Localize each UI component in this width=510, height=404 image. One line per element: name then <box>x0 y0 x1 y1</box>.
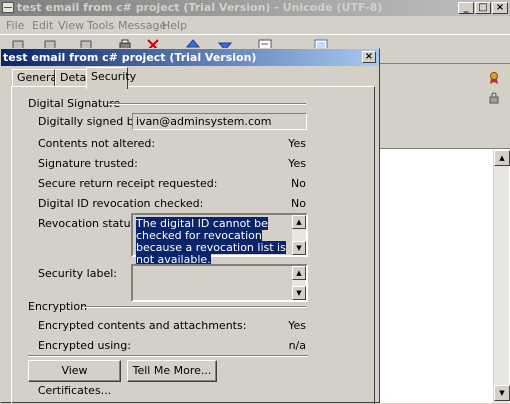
encryption-heading: Encryption <box>28 300 88 313</box>
scroll-up-arrow[interactable]: ▲ <box>494 150 510 166</box>
signature-trusted-label: Signature trusted: <box>38 157 138 170</box>
maximize-button[interactable]: □ <box>475 2 491 14</box>
revocation-checked-value: No <box>291 197 306 210</box>
signed-ribbon-icon[interactable] <box>488 72 500 84</box>
signed-by-field[interactable]: ivan@adminsystem.com <box>132 113 307 130</box>
menu-message[interactable]: Message <box>118 19 166 32</box>
menu-help[interactable]: Help <box>162 19 187 32</box>
signature-trusted-value: Yes <box>288 157 306 170</box>
message-properties-dialog: test email from c# project (Trial Versio… <box>0 48 380 404</box>
group-divider <box>108 103 306 105</box>
revocation-scrollbar[interactable]: ▲ ▼ <box>292 215 306 255</box>
menu-view[interactable]: View <box>58 19 84 32</box>
main-window-titlebar: test email from c# project (Trial Versio… <box>0 0 510 16</box>
scroll-up-arrow[interactable]: ▲ <box>292 215 306 229</box>
view-certificates-button[interactable]: View Certificates... <box>28 360 121 397</box>
secure-receipt-value: No <box>291 177 306 190</box>
contents-not-altered-value: Yes <box>288 137 306 150</box>
encrypted-lock-icon[interactable] <box>488 92 500 104</box>
tab-details[interactable]: Details <box>55 69 98 87</box>
tab-security[interactable]: Security <box>86 67 136 89</box>
security-tab-panel: Digital Signature Digitally signed by: i… <box>11 86 375 404</box>
encrypted-contents-value: Yes <box>288 319 306 332</box>
secure-receipt-label: Secure return receipt requested: <box>38 177 218 190</box>
security-label-scrollbar[interactable]: ▲ ▼ <box>292 266 306 300</box>
encrypted-contents-label: Encrypted contents and attachments: <box>38 319 247 332</box>
menu-file[interactable]: File <box>6 19 24 32</box>
revocation-status-label: Revocation status: <box>38 217 141 230</box>
menu-tools[interactable]: Tools <box>87 19 114 32</box>
dialog-title: test email from c# project (Trial Versio… <box>3 51 257 64</box>
scroll-up-arrow[interactable]: ▲ <box>292 266 306 280</box>
signed-by-label: Digitally signed by: <box>38 115 144 128</box>
dialog-close-button[interactable]: × <box>362 51 376 63</box>
main-window-title: test email from c# project (Trial Versio… <box>17 1 383 14</box>
tell-me-more-button[interactable]: Tell Me More... <box>127 360 217 382</box>
app-icon <box>2 2 14 13</box>
group-divider <box>82 306 306 308</box>
revocation-checked-label: Digital ID revocation checked: <box>38 197 204 210</box>
menu-bar: File Edit View Tools Message Help <box>0 16 510 34</box>
dialog-titlebar: test email from c# project (Trial Versio… <box>1 49 379 66</box>
message-body-scrollbar[interactable]: ▲ ▼ <box>493 150 510 403</box>
tab-general[interactable]: General <box>12 69 60 87</box>
encrypted-using-value: n/a <box>288 339 306 352</box>
minimize-button[interactable]: _ <box>458 2 474 14</box>
revocation-status-textbox[interactable]: The digital ID cannot be checked for rev… <box>131 213 308 266</box>
encrypted-using-label: Encrypted using: <box>38 339 131 352</box>
group-divider <box>28 355 308 357</box>
security-label-label: Security label: <box>38 267 117 280</box>
contents-not-altered-label: Contents not altered: <box>38 137 156 150</box>
digital-signature-heading: Digital Signature <box>28 97 121 110</box>
menu-edit[interactable]: Edit <box>32 19 53 32</box>
revocation-status-text: The digital ID cannot be checked for rev… <box>136 217 286 266</box>
security-label-textbox[interactable]: ▲ ▼ <box>131 264 308 302</box>
scroll-down-arrow[interactable]: ▼ <box>292 241 306 255</box>
scroll-down-arrow[interactable]: ▼ <box>292 286 306 300</box>
scroll-down-arrow[interactable]: ▼ <box>494 385 510 401</box>
close-window-button[interactable]: × <box>492 2 508 14</box>
